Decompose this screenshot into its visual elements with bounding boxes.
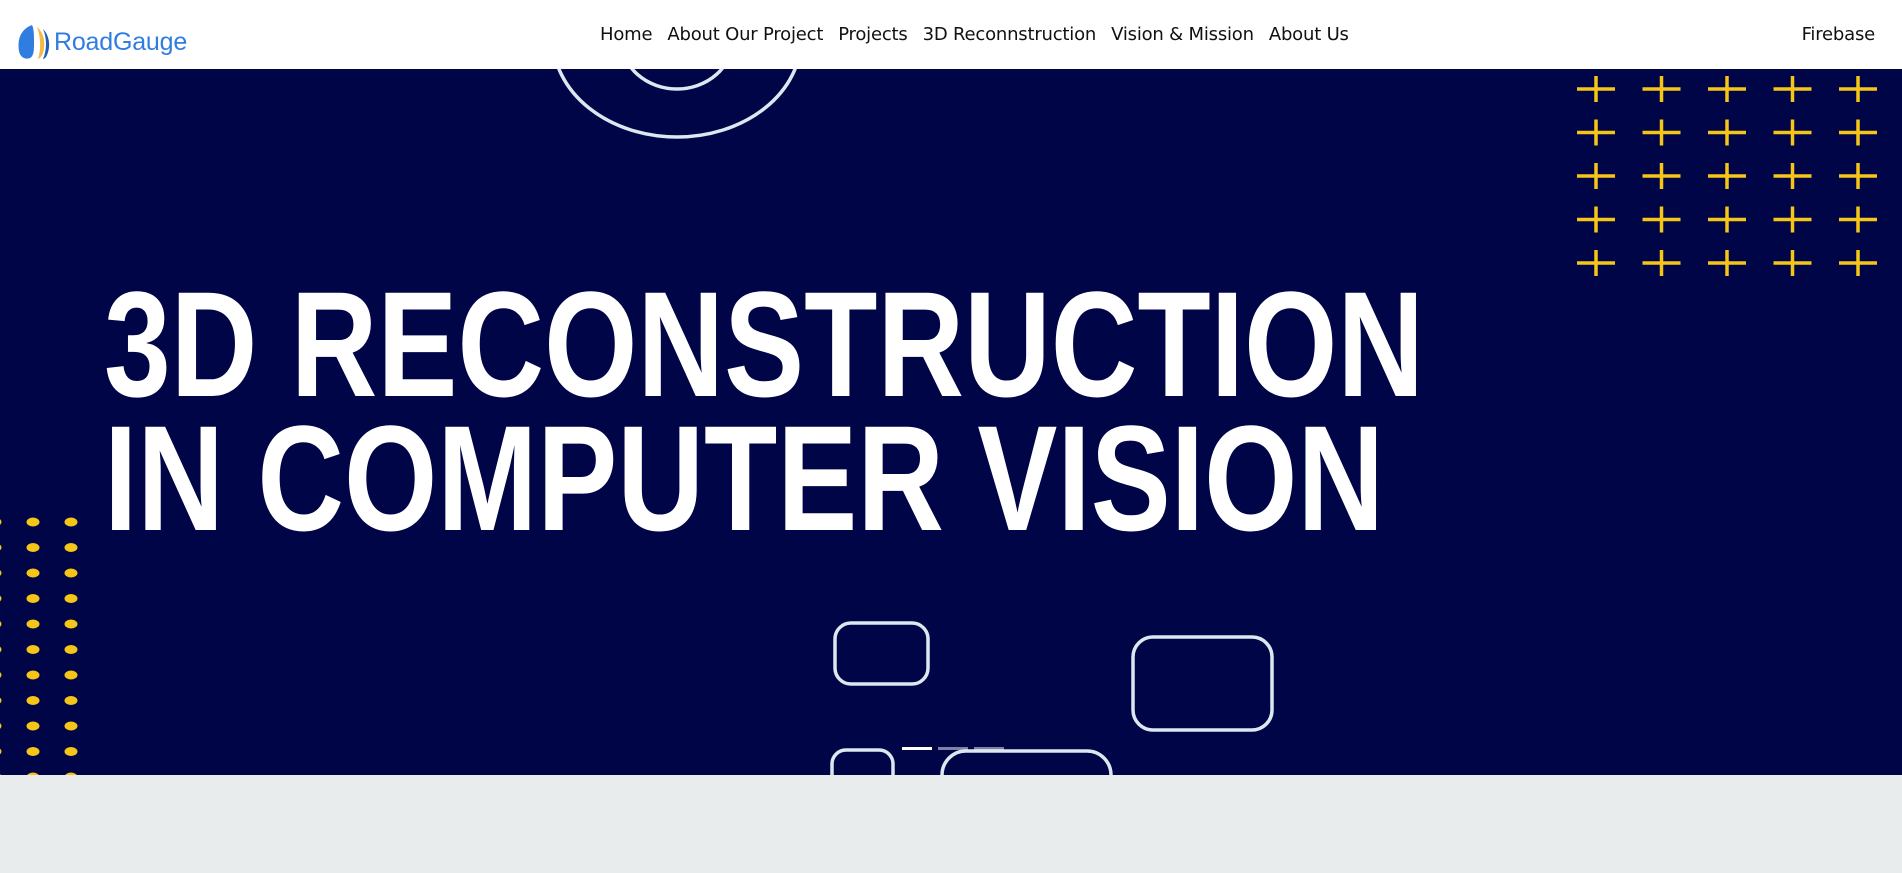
hero-title: 3D RECONSTRUCTION IN COMPUTER VISION xyxy=(104,260,1425,562)
nav-link-about-us[interactable]: About Us xyxy=(1269,24,1349,45)
hero-title-line-1: 3D RECONSTRUCTION xyxy=(104,260,1425,428)
nav-right: Firebase xyxy=(1802,0,1876,69)
nav-link-vision-mission[interactable]: Vision & Mission xyxy=(1111,24,1254,45)
brand-name: RoadGauge xyxy=(54,27,188,56)
nav-link-firebase[interactable]: Firebase xyxy=(1802,24,1876,45)
brand-home-link[interactable]: RoadGauge xyxy=(16,23,187,61)
nav-link-projects[interactable]: Projects xyxy=(838,24,908,45)
hero-carousel: 3D RECONSTRUCTION IN COMPUTER VISION xyxy=(0,69,1902,775)
main-nav: Home About Our Project Projects 3D Recon… xyxy=(600,0,1349,69)
nav-link-home[interactable]: Home xyxy=(600,24,653,45)
dot-grid-decoration xyxy=(0,517,78,775)
plus-grid-decoration xyxy=(1577,76,1877,276)
roadgauge-logo-icon xyxy=(18,25,50,59)
carousel-indicator[interactable] xyxy=(902,747,932,750)
ellipse-decoration xyxy=(557,69,797,139)
carousel-indicators xyxy=(902,747,1004,750)
nav-link-about-project[interactable]: About Our Project xyxy=(667,24,823,45)
nav-link-3d-reconstruction[interactable]: 3D Reconnstruction xyxy=(923,24,1097,45)
hero-title-line-2: IN COMPUTER VISION xyxy=(104,394,1385,562)
rounded-rect-decoration xyxy=(830,621,1274,775)
top-navbar: RoadGauge Home About Our Project Project… xyxy=(0,0,1902,69)
carousel-indicator[interactable] xyxy=(938,747,968,750)
carousel-indicator[interactable] xyxy=(974,747,1004,750)
page-content-area xyxy=(0,775,1902,873)
